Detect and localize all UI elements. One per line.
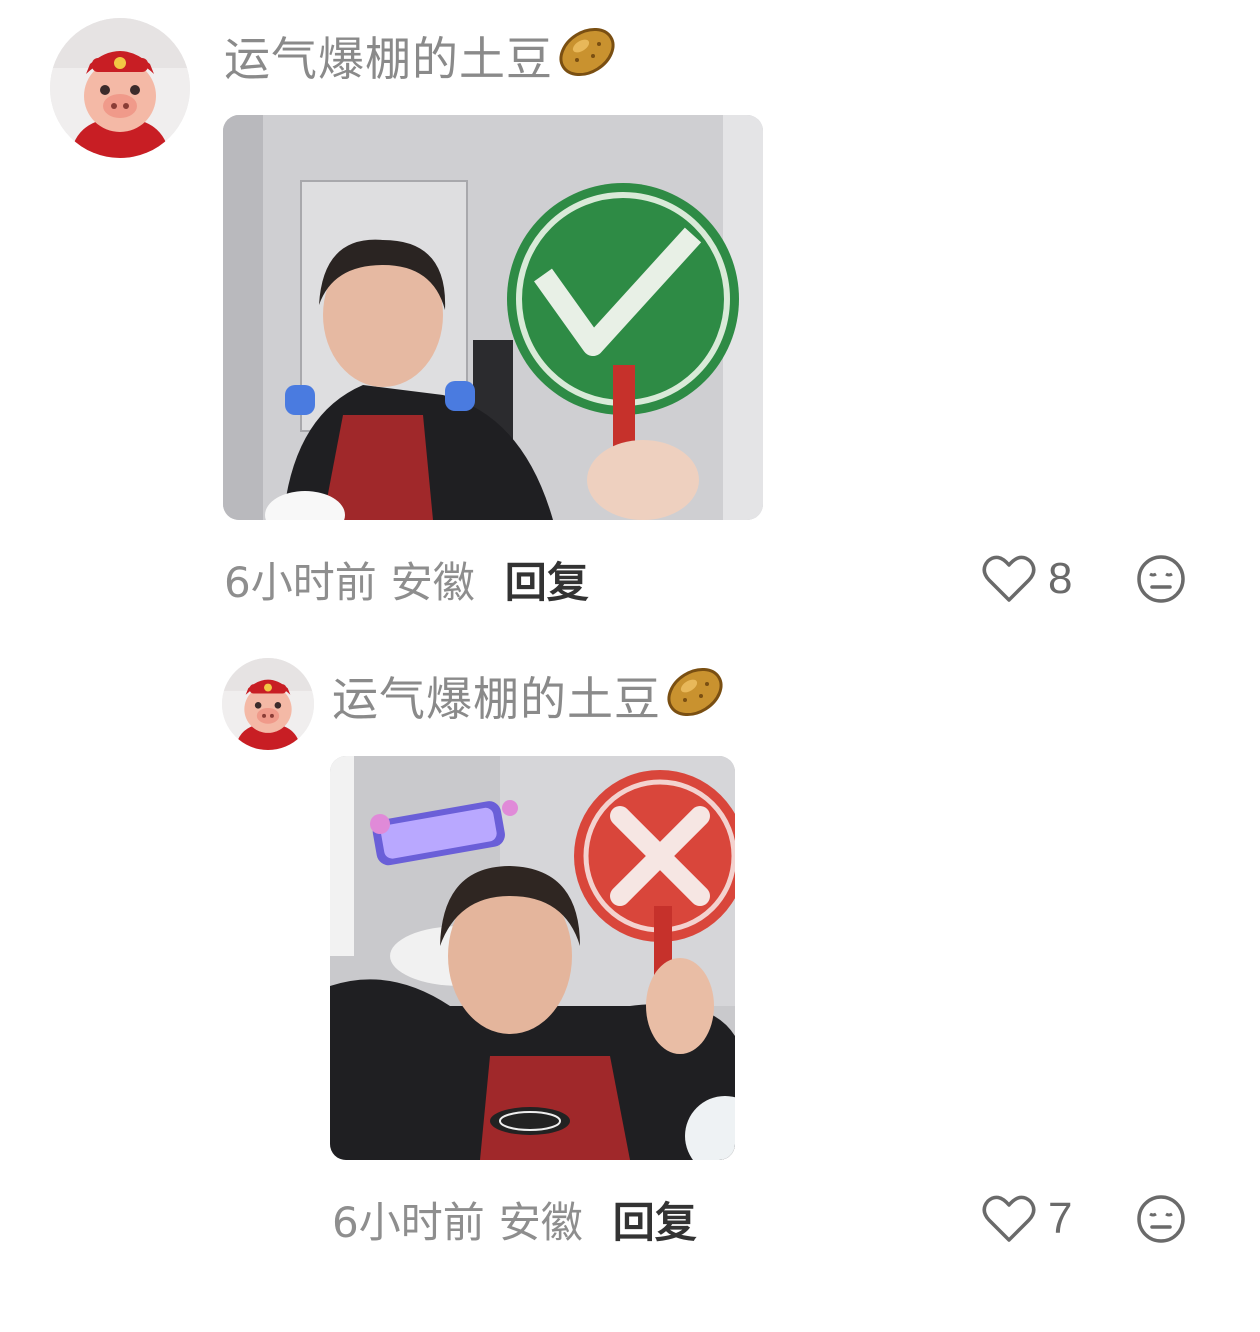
neutral-face-icon: [1137, 1195, 1185, 1243]
heart-outline-icon: [982, 555, 1036, 602]
reaction-button[interactable]: [1136, 1194, 1186, 1244]
avatar[interactable]: [222, 658, 314, 750]
reply-button[interactable]: 回复: [505, 549, 589, 610]
comment-location: 安徽: [498, 1197, 583, 1247]
potato-icon: [557, 22, 617, 91]
comment-meta: 6小时前 安徽 回复: [224, 552, 589, 607]
comment-location: 安徽: [390, 557, 475, 607]
comment-meta: 6小时前 安徽 回复: [332, 1192, 697, 1247]
sticker-image-cross[interactable]: [330, 756, 735, 1160]
like-button[interactable]: 7: [982, 1192, 1072, 1246]
reaction-button[interactable]: [1136, 554, 1186, 604]
comment-time: 6小时前: [332, 1197, 485, 1247]
reply-button[interactable]: 回复: [613, 1189, 697, 1250]
like-button[interactable]: 8: [982, 552, 1072, 606]
potato-icon: [665, 662, 725, 731]
comment-time: 6小时前: [224, 557, 377, 607]
username-text: 运气爆棚的土豆: [224, 32, 553, 86]
avatar[interactable]: [50, 18, 190, 158]
username[interactable]: 运气爆棚的土豆: [332, 666, 725, 726]
like-count: 7: [1048, 1194, 1073, 1243]
like-count: 8: [1048, 554, 1073, 603]
username[interactable]: 运气爆棚的土豆: [224, 26, 617, 86]
sticker-image-check[interactable]: [223, 115, 763, 520]
username-text: 运气爆棚的土豆: [332, 672, 661, 726]
neutral-face-icon: [1137, 555, 1185, 603]
heart-outline-icon: [982, 1195, 1036, 1242]
pig-avatar-image: [222, 658, 314, 750]
pig-avatar-image: [50, 18, 190, 158]
